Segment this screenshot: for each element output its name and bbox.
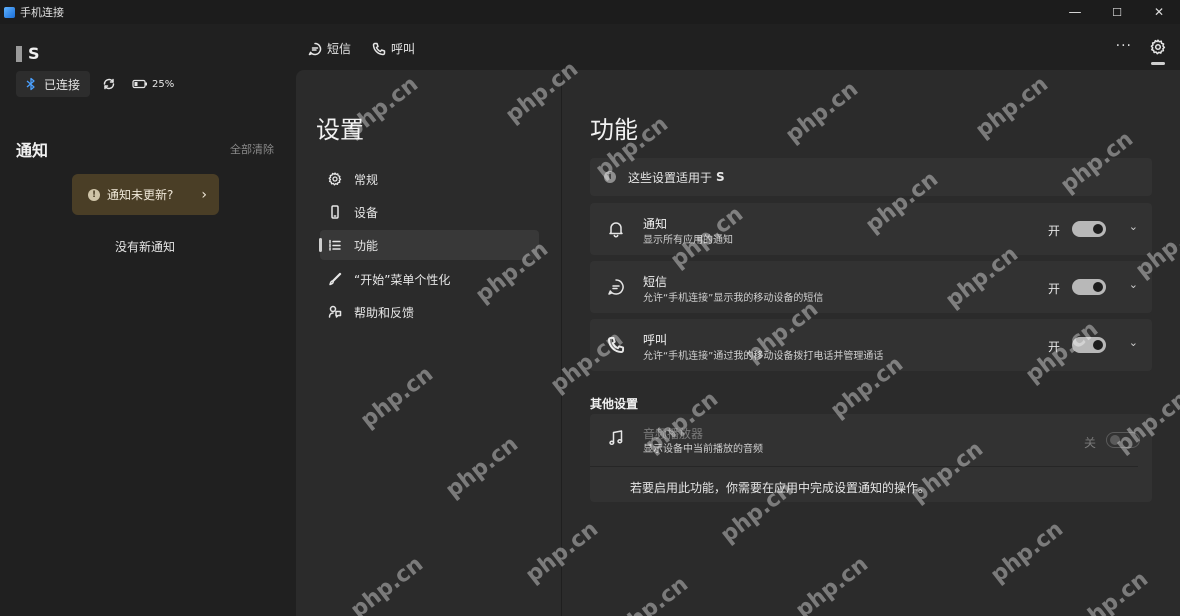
- tab-sms[interactable]: 短信: [308, 40, 351, 57]
- toggle-state-label: 开: [1047, 224, 1060, 238]
- left-panel: S 已连接 25% 通知 全部清除 ! 通知未更新? › 没有新通知: [0, 24, 296, 616]
- window-title: 手机连接: [20, 6, 64, 19]
- sms-toggle[interactable]: [1072, 279, 1106, 295]
- other-settings-title: 其他设置: [590, 397, 639, 411]
- toggle-state-label: 关: [1083, 436, 1096, 450]
- gear-icon: [1150, 39, 1166, 55]
- help-icon: [328, 305, 342, 318]
- nav-item-features[interactable]: 功能: [319, 230, 539, 260]
- feature-name: 通知: [643, 217, 668, 231]
- toggle-state-label: 开: [1047, 282, 1060, 296]
- nav-item-help-feedback[interactable]: 帮助和反馈: [320, 297, 539, 327]
- brush-icon: [329, 272, 342, 286]
- chevron-down-icon[interactable]: ⌄: [1129, 278, 1138, 291]
- minimize-button[interactable]: —: [1054, 0, 1096, 24]
- settings-tab-indicator: [1151, 62, 1165, 65]
- tab-calls-label: 呼叫: [391, 42, 416, 56]
- audio-player-hint: 若要启用此功能，你需要在应用中完成设置通知的操作。: [630, 481, 931, 495]
- audio-player-card: 音频播放器 显示设备中当前播放的音频 关 若要启用此功能，你需要在应用中完成设置…: [590, 414, 1152, 502]
- feature-description: 允许“手机连接”通过我的移动设备拨打电话并管理通话: [643, 351, 884, 362]
- connection-status[interactable]: 已连接: [16, 71, 91, 97]
- device-status-row: 已连接 25%: [16, 71, 174, 97]
- feature-description: 显示所有应用的通知: [643, 235, 733, 246]
- feature-notifications[interactable]: 通知 显示所有应用的通知 开 ⌄: [590, 203, 1152, 255]
- nav-item-label: 常规: [354, 172, 379, 187]
- clear-all-link[interactable]: 全部清除: [230, 141, 274, 157]
- music-note-icon: [609, 430, 623, 446]
- feature-name: 短信: [643, 275, 668, 289]
- feature-name: 呼叫: [643, 333, 668, 347]
- features-content: 功能 i 这些设置适用于 S 通知 显示所有应用的通知 开 ⌄ 短信 允许“手机…: [562, 70, 1180, 616]
- list-icon: [329, 239, 341, 251]
- toggle-state-label: 开: [1047, 340, 1060, 354]
- maximize-button[interactable]: ☐: [1096, 0, 1138, 24]
- app-icon: [4, 6, 15, 18]
- nav-item-label: 设备: [354, 205, 379, 220]
- nav-item-label: 帮助和反馈: [354, 305, 415, 320]
- notifications-not-updating-button[interactable]: ! 通知未更新? ›: [72, 174, 219, 215]
- applies-to-device: S: [716, 170, 725, 184]
- tab-calls[interactable]: 呼叫: [372, 40, 415, 57]
- applies-to-row: i 这些设置适用于 S: [590, 158, 1152, 196]
- calls-toggle[interactable]: [1072, 337, 1106, 353]
- device-header: S: [16, 44, 40, 63]
- chevron-down-icon[interactable]: ⌄: [1129, 336, 1138, 349]
- info-icon: !: [88, 188, 100, 201]
- settings-panel: 设置 常规 设备 功能 “开始”菜单个性化 帮助和反馈 功能 i 这些设置适用于…: [296, 70, 1180, 616]
- feature-sms[interactable]: 短信 允许“手机连接”显示我的移动设备的短信 开 ⌄: [590, 261, 1152, 313]
- device-name: S: [28, 44, 40, 63]
- phone-call-icon: [372, 42, 386, 55]
- window-controls: — ☐ ✕: [1054, 0, 1180, 24]
- nav-item-label: “开始”菜单个性化: [354, 272, 451, 287]
- notifications-header: 通知 全部清除: [16, 137, 274, 161]
- bell-icon: [609, 222, 623, 238]
- battery-icon: [132, 79, 148, 89]
- divider: [590, 466, 1138, 467]
- settings-button[interactable]: [1150, 39, 1166, 59]
- nav-item-devices[interactable]: 设备: [320, 197, 539, 227]
- sync-icon: [103, 78, 115, 90]
- applies-to-prefix: 这些设置适用于: [628, 170, 713, 185]
- feature-description: 允许“手机连接”显示我的移动设备的短信: [643, 293, 824, 304]
- notifications-toggle[interactable]: [1072, 221, 1106, 237]
- update-prompt-label: 通知未更新?: [107, 188, 174, 202]
- phone-icon: [331, 205, 339, 219]
- title-bar: 手机连接 — ☐ ✕: [0, 0, 1180, 24]
- chat-icon: [608, 279, 624, 295]
- features-title: 功能: [590, 116, 638, 144]
- chevron-down-icon[interactable]: ⌄: [1129, 220, 1138, 233]
- phone-call-icon: [607, 336, 625, 354]
- chat-icon: [308, 42, 322, 55]
- more-options-button[interactable]: ···: [1116, 38, 1132, 54]
- empty-notifications-message: 没有新通知: [114, 240, 175, 254]
- connection-status-label: 已连接: [44, 77, 81, 92]
- battery-level: 25%: [152, 78, 175, 90]
- settings-title: 设置: [316, 116, 364, 144]
- feature-calls[interactable]: 呼叫 允许“手机连接”通过我的移动设备拨打电话并管理通话 开 ⌄: [590, 319, 1152, 371]
- top-tab-bar: 短信 呼叫 ···: [296, 24, 1180, 70]
- bluetooth-icon: [26, 77, 35, 91]
- feature-description: 显示设备中当前播放的音频: [643, 444, 763, 455]
- close-button[interactable]: ✕: [1138, 0, 1180, 24]
- gear-icon: [328, 172, 342, 186]
- tab-sms-label: 短信: [327, 42, 352, 56]
- sync-button[interactable]: [96, 71, 122, 97]
- chevron-right-icon: ›: [201, 186, 207, 203]
- nav-item-start-personalization[interactable]: “开始”菜单个性化: [320, 264, 539, 294]
- battery-status: 25%: [132, 79, 174, 90]
- notifications-title: 通知: [16, 141, 49, 160]
- nav-item-label: 功能: [354, 238, 379, 253]
- device-color-bar: [16, 45, 22, 62]
- settings-nav: 设置 常规 设备 功能 “开始”菜单个性化 帮助和反馈: [296, 70, 562, 616]
- nav-selected-indicator: [319, 238, 322, 252]
- info-icon: i: [604, 171, 616, 183]
- nav-item-general[interactable]: 常规: [320, 164, 539, 194]
- audio-player-toggle: [1106, 432, 1140, 448]
